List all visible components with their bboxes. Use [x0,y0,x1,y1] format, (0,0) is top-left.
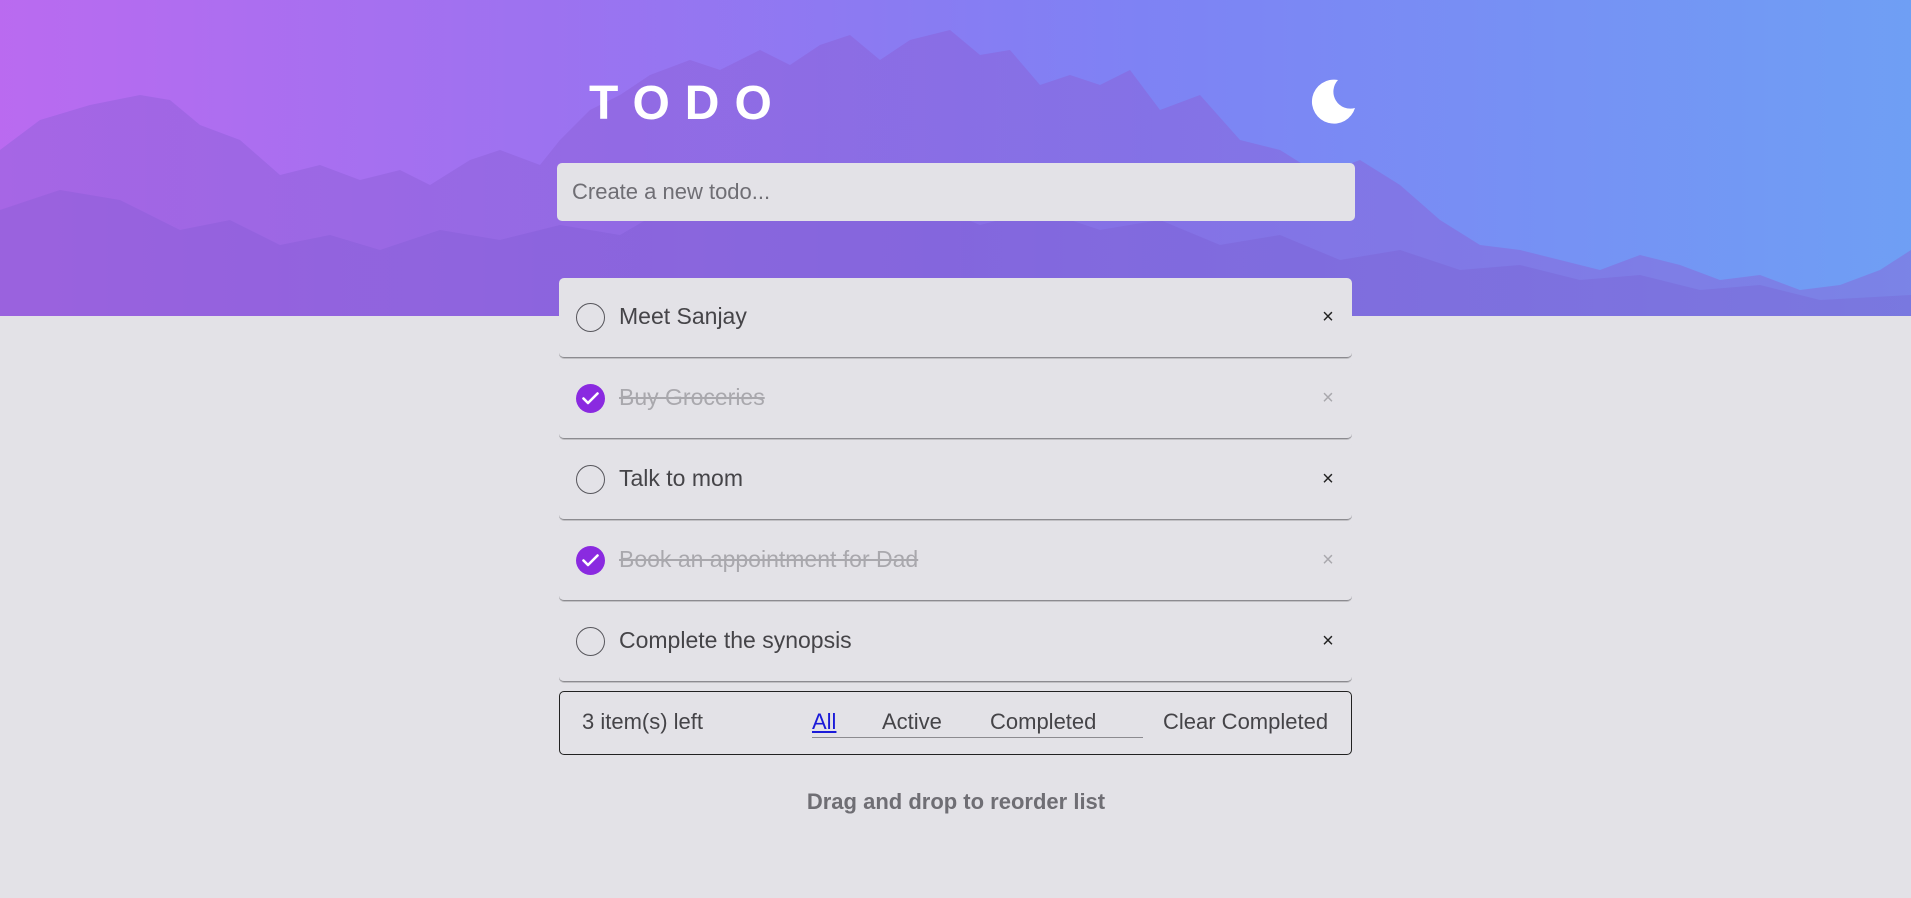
close-icon[interactable]: × [1316,629,1340,653]
filter-all[interactable]: All [812,711,836,733]
todo-checkbox[interactable] [576,465,605,494]
mountain-background-image [0,0,1911,316]
todo-text: Book an appointment for Dad [619,546,919,572]
todo-item[interactable]: Book an appointment for Dad × [559,521,1352,601]
todo-list: Meet Sanjay × Buy Groceries × Talk to mo… [559,278,1352,683]
todo-footer: 3 item(s) left All Active Completed Clea… [559,691,1352,755]
todo-item[interactable]: Buy Groceries × [559,359,1352,439]
close-icon[interactable]: × [1316,305,1340,329]
todo-checkbox[interactable] [576,546,605,575]
app-header: TODO [573,76,1355,136]
todo-item[interactable]: Complete the synopsis × [559,602,1352,682]
header-background [0,0,1911,316]
app-title: TODO [589,77,787,130]
close-icon[interactable]: × [1316,467,1340,491]
todo-checkbox[interactable] [576,627,605,656]
todo-item[interactable]: Talk to mom × [559,440,1352,520]
todo-checkbox[interactable] [576,384,605,413]
filter-active[interactable]: Active [882,711,942,733]
new-todo-input[interactable] [557,163,1355,221]
close-icon[interactable]: × [1316,386,1340,410]
filter-group: All Active Completed [812,710,1143,738]
theme-toggle-button[interactable] [1308,76,1358,126]
todo-text: Meet Sanjay [619,303,747,329]
drag-drop-hint: Drag and drop to reorder list [806,789,1106,814]
todo-text: Complete the synopsis [619,627,852,653]
todo-text: Buy Groceries [619,384,765,410]
filter-completed[interactable]: Completed [990,711,1096,733]
clear-completed-button[interactable]: Clear Completed [1163,711,1328,733]
check-icon [582,554,599,567]
todo-item[interactable]: Meet Sanjay × [559,278,1352,358]
items-left-count: 3 item(s) left [582,709,704,734]
check-icon [582,392,599,405]
close-icon[interactable]: × [1316,548,1340,572]
moon-icon [1311,79,1355,124]
todo-text: Talk to mom [619,465,743,491]
todo-checkbox[interactable] [576,303,605,332]
